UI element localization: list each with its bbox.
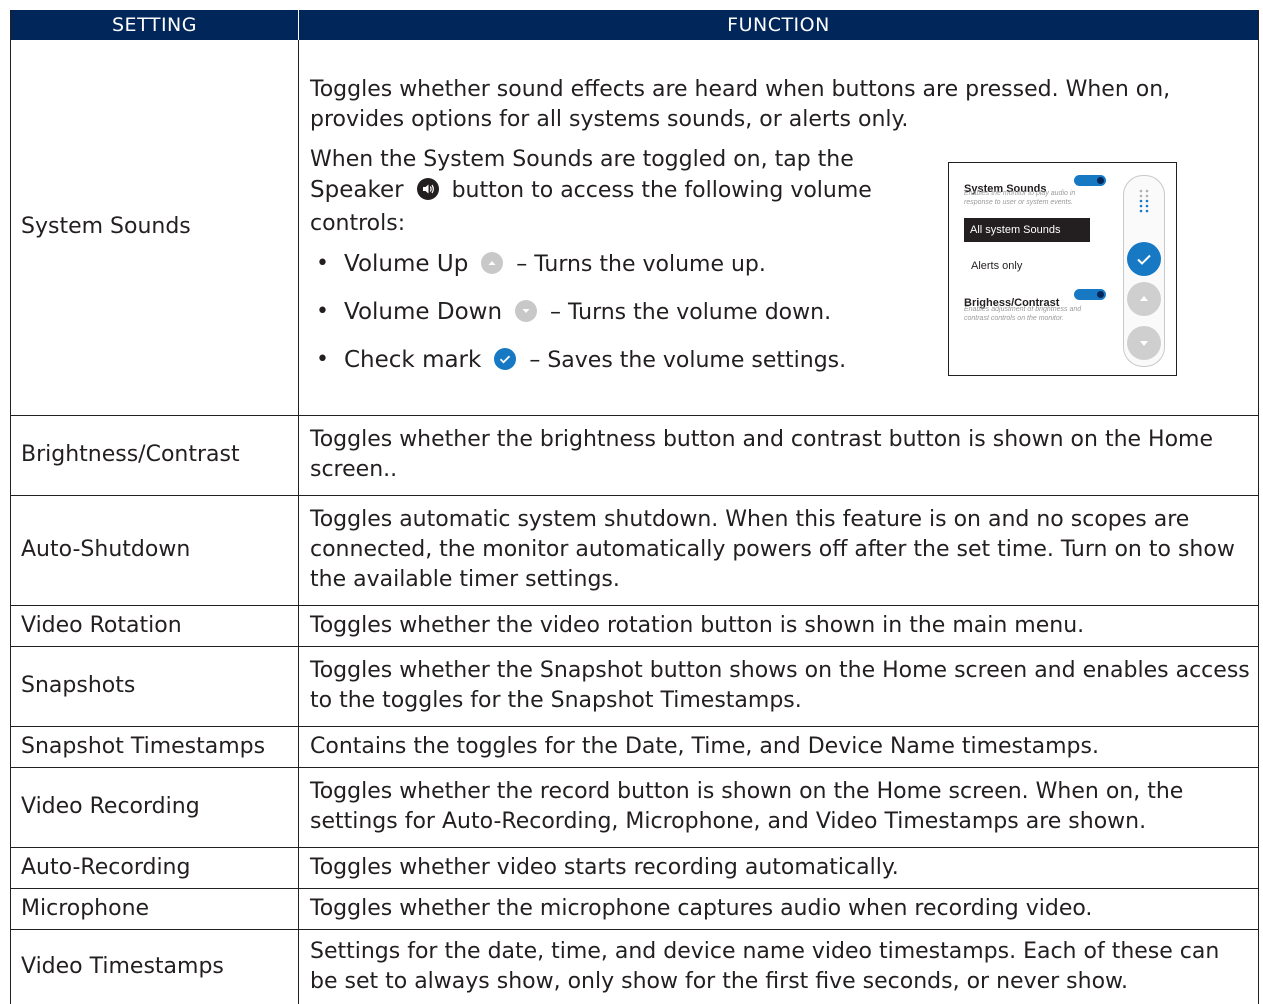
setting-cell: Snapshots	[10, 646, 299, 727]
item-desc: – Turns the volume down.	[550, 300, 832, 326]
volume-rail	[1123, 175, 1165, 367]
system-sounds-screenshot: System Sounds Enables the monitor to pla…	[948, 162, 1177, 376]
function-cell: Toggles automatic system shutdown. When …	[298, 495, 1259, 606]
para-part-a: When the System Sounds are toggled on, t…	[310, 147, 854, 173]
volume-down-icon	[515, 300, 538, 331]
volume-controls-list: • Volume Up – Turns the volume up. • Vol…	[310, 249, 930, 379]
setting-cell: Video Rotation	[10, 605, 299, 647]
inset-desc-1: Enables the monitor to play audio in res…	[964, 190, 1076, 206]
list-item: • Volume Down – Turns the volume down.	[310, 297, 930, 331]
volume-controls-text: When the System Sounds are toggled on, t…	[310, 145, 930, 379]
speaker-label: Speaker	[310, 177, 404, 204]
drag-dots-icon	[1127, 184, 1161, 218]
table-row: Video Recording Toggles whether the reco…	[10, 767, 1259, 848]
bullet: •	[316, 251, 329, 277]
function-cell: Toggles whether the microphone captures …	[298, 888, 1259, 930]
brightness-toggle	[1074, 289, 1106, 300]
system-sounds-para: When the System Sounds are toggled on, t…	[310, 145, 930, 239]
table-row: Brightness/Contrast Toggles whether the …	[10, 415, 1259, 496]
function-cell: Toggles whether the brightness button an…	[298, 415, 1259, 496]
function-cell: Toggles whether the record button is sho…	[298, 767, 1259, 848]
setting-cell: Brightness/Contrast	[10, 415, 299, 496]
setting-cell: Auto-Shutdown	[10, 495, 299, 606]
volume-up-icon	[481, 252, 504, 283]
volume-down-icon	[1127, 326, 1161, 360]
table-row: Video Timestamps Settings for the date, …	[10, 929, 1259, 1004]
setting-cell: System Sounds	[10, 40, 299, 416]
check-mark-icon	[1127, 242, 1161, 276]
setting-cell: Microphone	[10, 888, 299, 930]
item-desc: – Saves the volume settings.	[529, 348, 847, 374]
list-item: • Check mark – Saves the volume settings…	[310, 345, 930, 379]
bullet: •	[316, 299, 329, 325]
function-cell: Toggles whether sound effects are heard …	[298, 40, 1259, 416]
setting-cell: Video Timestamps	[10, 929, 299, 1004]
table-row: Auto-Shutdown Toggles automatic system s…	[10, 495, 1259, 606]
table-row: Microphone Toggles whether the microphon…	[10, 888, 1259, 930]
function-cell: Toggles whether the video rotation butto…	[298, 605, 1259, 647]
item-name: Volume Down	[344, 299, 503, 326]
header-function: FUNCTION	[298, 10, 1259, 40]
option-alerts-only: Alerts only	[971, 260, 1023, 272]
list-item: • Volume Up – Turns the volume up.	[310, 249, 930, 283]
function-cell: Toggles whether the Snapshot button show…	[298, 646, 1259, 727]
setting-cell: Snapshot Timestamps	[10, 726, 299, 768]
function-cell: Toggles whether video starts recording a…	[298, 847, 1259, 889]
function-cell: Settings for the date, time, and device …	[298, 929, 1259, 1004]
inset-desc-2: Enables adjustment of brightness and con…	[964, 306, 1082, 322]
option-all-system-sounds: All system Sounds	[964, 218, 1090, 242]
table-row: System Sounds Toggles whether sound effe…	[10, 40, 1259, 416]
table-header-row: SETTING FUNCTION	[10, 10, 1259, 40]
settings-table: SETTING FUNCTION System Sounds Toggles w…	[10, 10, 1259, 1004]
check-mark-icon	[494, 348, 517, 379]
setting-cell: Video Recording	[10, 767, 299, 848]
item-name: Check mark	[344, 347, 482, 374]
table-row: Auto-Recording Toggles whether video sta…	[10, 847, 1259, 889]
system-sounds-intro: Toggles whether sound effects are heard …	[310, 77, 1171, 133]
item-name: Volume Up	[344, 251, 469, 278]
item-desc: – Turns the volume up.	[516, 252, 766, 278]
speaker-icon	[416, 178, 439, 209]
bullet: •	[316, 347, 329, 373]
table-row: Snapshots Toggles whether the Snapshot b…	[10, 646, 1259, 727]
table-row: Video Rotation Toggles whether the video…	[10, 605, 1259, 647]
volume-up-icon	[1127, 282, 1161, 316]
header-setting: SETTING	[10, 10, 299, 40]
table-row: Snapshot Timestamps Contains the toggles…	[10, 726, 1259, 768]
function-cell: Contains the toggles for the Date, Time,…	[298, 726, 1259, 768]
system-sounds-toggle	[1074, 175, 1106, 186]
setting-cell: Auto-Recording	[10, 847, 299, 889]
